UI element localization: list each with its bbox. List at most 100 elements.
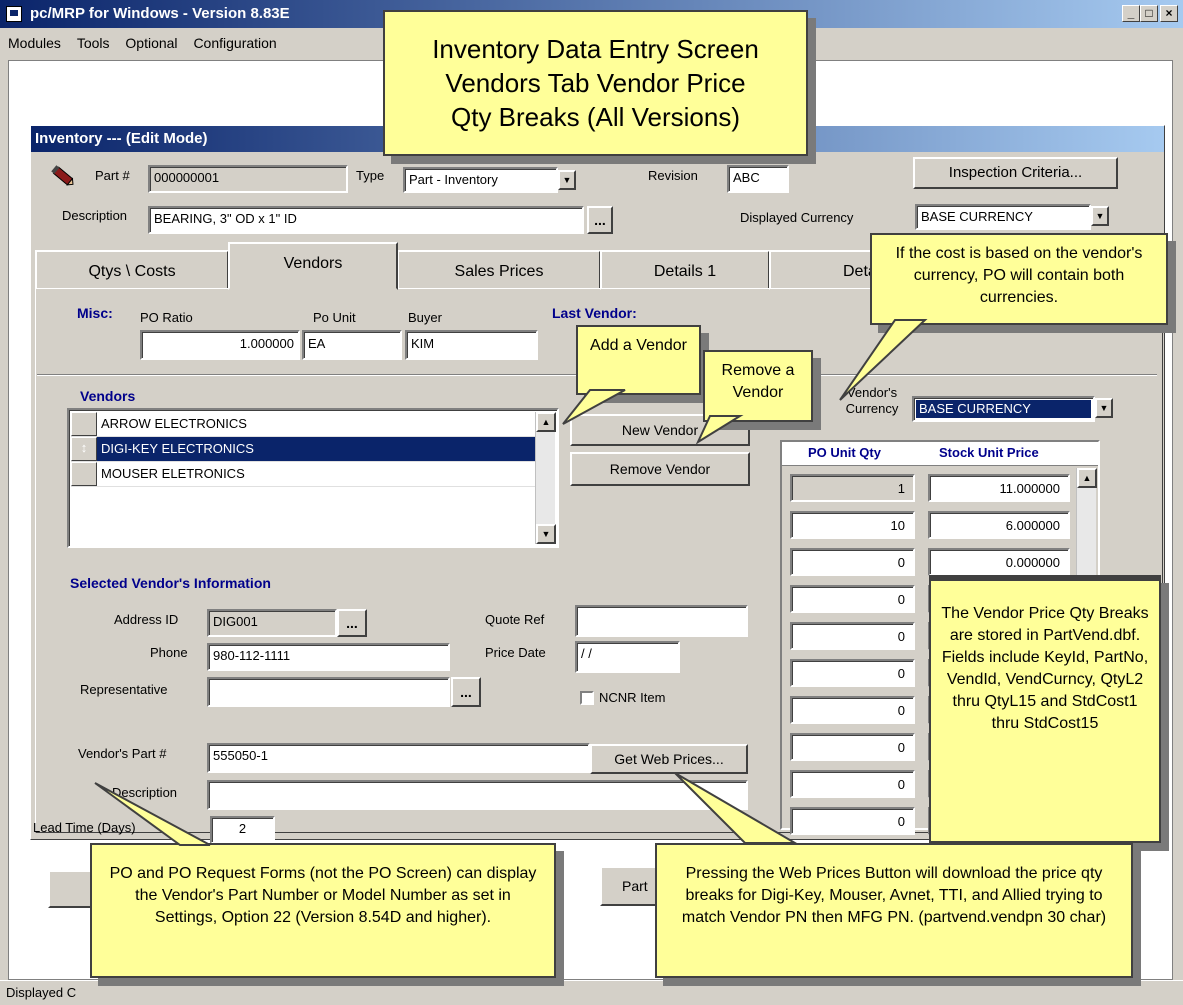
- address-id-label: Address ID: [114, 612, 179, 627]
- minimize-button[interactable]: _: [1122, 5, 1140, 22]
- po-unit-qty-cell[interactable]: 0: [790, 770, 915, 798]
- price-date-field[interactable]: / /: [575, 641, 680, 673]
- part-number-label: Part #: [95, 168, 130, 183]
- po-unit-qty-cell[interactable]: 1: [790, 474, 915, 502]
- revision-field[interactable]: ABC: [727, 165, 789, 193]
- close-button[interactable]: ×: [1160, 5, 1178, 22]
- quote-ref-field[interactable]: [575, 605, 748, 637]
- displayed-currency-label: Displayed Currency: [740, 210, 854, 225]
- callout-title-line1: Inventory Data Entry Screen: [432, 34, 759, 64]
- scroll-down-icon[interactable]: ▼: [536, 524, 556, 544]
- list-item[interactable]: ↕ DIGI-KEY ELECTRONICS: [71, 437, 555, 462]
- type-select[interactable]: Part - Inventory: [403, 167, 558, 193]
- pencil-icon: [50, 164, 76, 188]
- row-selector: [71, 412, 97, 436]
- chevron-down-icon[interactable]: ▼: [1095, 398, 1113, 418]
- po-forms-pointer: [94, 782, 211, 846]
- menu-configuration[interactable]: Configuration: [193, 28, 276, 58]
- callout-title-line3: Qty Breaks (All Versions): [451, 102, 740, 132]
- tab-qtys-costs[interactable]: Qtys \ Costs: [35, 250, 229, 290]
- maximize-button[interactable]: □: [1140, 5, 1158, 22]
- address-lookup-button[interactable]: ...: [337, 609, 367, 637]
- part-number-field[interactable]: 000000001: [148, 165, 348, 193]
- row-selector: ↕: [71, 437, 97, 461]
- price-date-label: Price Date: [485, 645, 546, 660]
- address-id-field[interactable]: DIG001: [207, 609, 337, 637]
- type-label: Type: [356, 168, 385, 183]
- web-prices-pointer: [674, 772, 799, 844]
- phone-label: Phone: [150, 645, 188, 660]
- po-unit-qty-cell[interactable]: 0: [790, 585, 915, 613]
- description-field[interactable]: BEARING, 3" OD x 1" ID: [148, 206, 584, 234]
- scroll-up-icon[interactable]: ▲: [536, 412, 556, 432]
- buyer-field[interactable]: KIM: [405, 330, 538, 360]
- selected-vendor-heading: Selected Vendor's Information: [70, 575, 271, 591]
- app-icon[interactable]: [6, 6, 22, 22]
- row-selector: [71, 462, 97, 486]
- list-item[interactable]: MOUSER ELETRONICS: [71, 462, 555, 487]
- po-unit-field[interactable]: EA: [302, 330, 402, 360]
- currency-callout-pointer: [839, 319, 928, 401]
- scroll-up-icon[interactable]: ▲: [1077, 468, 1097, 488]
- vendors-heading: Vendors: [80, 388, 136, 404]
- vendor-name: ARROW ELECTRONICS: [101, 416, 247, 431]
- chevron-down-icon[interactable]: ▼: [1091, 206, 1109, 226]
- po-unit-qty-header: PO Unit Qty: [808, 445, 881, 460]
- po-unit-qty-cell[interactable]: 10: [790, 511, 915, 539]
- buyer-label: Buyer: [408, 310, 442, 325]
- quote-ref-label: Quote Ref: [485, 612, 545, 627]
- representative-lookup-button[interactable]: ...: [451, 677, 481, 707]
- vendor-currency-select[interactable]: BASE CURRENCY: [912, 396, 1095, 422]
- po-ratio-field[interactable]: 1.000000: [140, 330, 300, 360]
- remove-vendor-pointer: [695, 415, 744, 445]
- po-unit-qty-cell[interactable]: 0: [790, 807, 915, 835]
- menu-tools[interactable]: Tools: [77, 28, 110, 58]
- vendors-list[interactable]: ARROW ELECTRONICS ↕ DIGI-KEY ELECTRONICS …: [67, 408, 559, 548]
- ncnr-checkbox[interactable]: [580, 691, 594, 705]
- misc-label: Misc:: [77, 305, 113, 321]
- tab-sales-prices[interactable]: Sales Prices: [397, 250, 601, 290]
- tab-details-2[interactable]: Detail: [769, 250, 879, 290]
- add-vendor-pointer: [562, 389, 626, 425]
- vendor-name: MOUSER ELETRONICS: [101, 466, 245, 481]
- tab-vendors[interactable]: Vendors: [228, 242, 398, 290]
- po-unit-label: Po Unit: [313, 310, 356, 325]
- phone-field[interactable]: 980-112-1111: [207, 643, 450, 671]
- po-unit-qty-cell[interactable]: 0: [790, 622, 915, 650]
- description-ellipsis-button[interactable]: ...: [587, 206, 613, 234]
- remove-vendor-button[interactable]: Remove Vendor: [570, 452, 750, 486]
- stock-unit-price-cell[interactable]: 6.000000: [928, 511, 1070, 539]
- stock-unit-price-cell[interactable]: 11.000000: [928, 474, 1070, 502]
- vendor-currency-value: BASE CURRENCY: [916, 400, 1091, 418]
- revision-label: Revision: [648, 168, 698, 183]
- ncnr-label: NCNR Item: [599, 690, 666, 705]
- displayed-currency-select[interactable]: BASE CURRENCY: [915, 204, 1091, 230]
- list-item[interactable]: ARROW ELECTRONICS: [71, 412, 555, 437]
- status-text: Displayed C: [6, 985, 77, 1000]
- title-callout: Inventory Data Entry Screen Vendors Tab …: [383, 10, 808, 156]
- representative-label: Representative: [80, 682, 168, 697]
- status-bar: Displayed C: [0, 980, 1183, 1005]
- vendor-part-field[interactable]: 555050-1: [207, 743, 590, 773]
- callout-title-line2: Vendors Tab Vendor Price: [445, 68, 746, 98]
- stock-unit-price-cell[interactable]: 0.000000: [928, 548, 1070, 576]
- menu-modules[interactable]: Modules: [8, 28, 61, 58]
- tab-details-1[interactable]: Details 1: [600, 250, 770, 290]
- po-unit-qty-cell[interactable]: 0: [790, 548, 915, 576]
- chevron-down-icon[interactable]: ▼: [558, 170, 576, 190]
- vendor-name: DIGI-KEY ELECTRONICS: [101, 441, 254, 456]
- po-unit-qty-cell[interactable]: 0: [790, 733, 915, 761]
- vendors-list-scrollbar[interactable]: ▲ ▼: [535, 412, 556, 544]
- storage-callout: The Vendor Price Qty Breaks are stored i…: [929, 575, 1161, 843]
- po-ratio-label: PO Ratio: [140, 310, 193, 325]
- description-label: Description: [62, 208, 128, 223]
- po-unit-qty-cell[interactable]: 0: [790, 696, 915, 724]
- lead-time-field[interactable]: 2: [210, 816, 275, 844]
- inspection-criteria-button[interactable]: Inspection Criteria...: [913, 157, 1118, 189]
- po-unit-qty-cell[interactable]: 0: [790, 659, 915, 687]
- last-vendor-label: Last Vendor:: [552, 305, 637, 321]
- po-forms-callout: PO and PO Request Forms (not the PO Scre…: [90, 843, 556, 978]
- menu-optional[interactable]: Optional: [125, 28, 177, 58]
- window-title: pc/MRP for Windows - Version 8.83E: [30, 5, 290, 22]
- representative-field[interactable]: [207, 677, 450, 707]
